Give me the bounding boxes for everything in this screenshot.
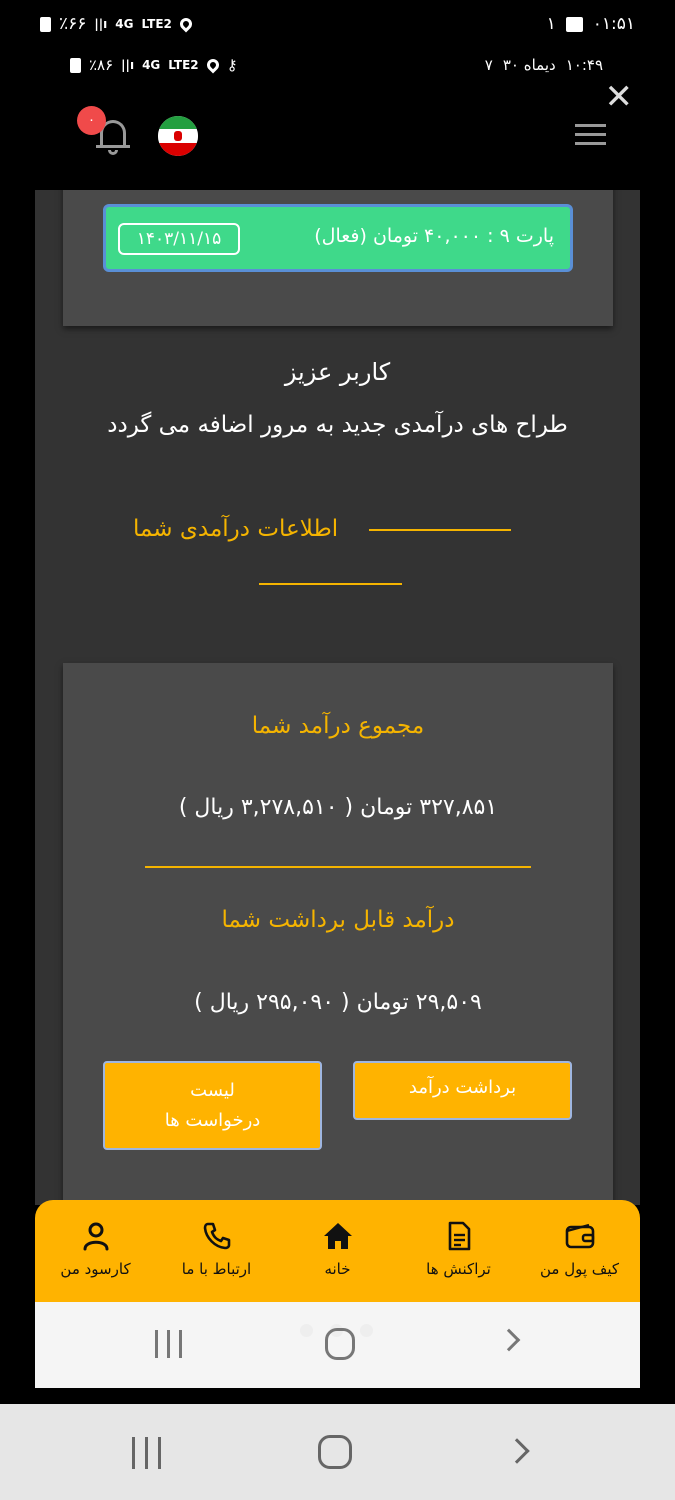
- section-title: اطلاعات درآمدی شما: [133, 516, 339, 542]
- nav-item-transactions[interactable]: تراکنش ها: [398, 1220, 519, 1278]
- greeting-text: کاربر عزیز: [284, 358, 391, 386]
- location-icon: [177, 15, 195, 33]
- installment-label: پارت ۹ : ۴۰,۰۰۰ تومان (فعال): [314, 225, 554, 247]
- nav-label-profile: کارسود من: [60, 1260, 131, 1278]
- inner-location-icon: [204, 56, 222, 74]
- system-navigation-bar: [0, 1404, 675, 1500]
- phone-icon: [203, 1222, 230, 1250]
- user-icon: [83, 1222, 108, 1251]
- status-bar-inner: ٪۸۶ ||ı 4G LTE2 ⚷ ۷ ۳۰ دیماه ۱۰:۴۹: [0, 48, 675, 88]
- inner-clock: ۱۰:۴۹: [565, 56, 603, 74]
- nav-label-contact: ارتباط با ما: [181, 1260, 252, 1278]
- gallery-icon: [565, 16, 583, 32]
- nav-item-wallet[interactable]: کیف پول من: [519, 1220, 640, 1278]
- total-income-label: مجموع درآمد شما: [251, 713, 425, 739]
- requests-button-line2: درخواست ها: [164, 1110, 261, 1131]
- notification-badge: ۰: [77, 106, 106, 135]
- notification-count: ۱: [546, 14, 556, 34]
- income-card: مجموع درآمد شما ۳۲۷,۸۵۱ تومان ( ۳,۲۷۸,۵۱…: [63, 663, 613, 1205]
- withdrawable-income-label: درآمد قابل برداشت شما: [221, 907, 455, 933]
- recents-icon[interactable]: [132, 1437, 162, 1469]
- section-underline: [259, 583, 402, 585]
- inner-recents-icon[interactable]: [155, 1330, 185, 1358]
- inner-network-type: 4G: [142, 58, 161, 72]
- installments-card: پارت ۹ : ۴۰,۰۰۰ تومان (فعال) ۱۴۰۳/۱۱/۱۵: [63, 190, 613, 326]
- signal-icon: ||ı: [94, 17, 108, 31]
- home-icon: [323, 1223, 352, 1249]
- nav-item-contact[interactable]: ارتباط با ما: [156, 1220, 277, 1278]
- network-type: 4G: [115, 17, 134, 31]
- installment-date: ۱۴۰۳/۱۱/۱۵: [118, 223, 240, 255]
- inner-status-right: ۷ ۳۰ دیماه ۱۰:۴۹: [485, 56, 603, 74]
- vpn-key-icon: ⚷: [226, 56, 238, 74]
- status-right: ۱ ۰۱:۵۱: [547, 14, 635, 34]
- info-message: طراح های درآمدی جدید به مرور اضافه می گر…: [107, 412, 568, 438]
- main-content[interactable]: پارت ۹ : ۴۰,۰۰۰ تومان (فعال) ۱۴۰۳/۱۱/۱۵ …: [35, 190, 640, 1205]
- nav-label-transactions: تراکنش ها: [426, 1260, 491, 1278]
- battery-charging-icon: [70, 57, 81, 73]
- withdrawable-income-value: ۲۹,۵۰۹ تومان ( ۲۹۵,۰۹۰ ریال ): [194, 990, 482, 1015]
- back-icon[interactable]: [504, 1438, 530, 1464]
- wallet-icon: [565, 1223, 594, 1249]
- total-income-value: ۳۲۷,۸۵۱ تومان ( ۳,۲۷۸,۵۱۰ ریال ): [178, 795, 498, 820]
- inner-status-left: ٪۸۶ ||ı 4G LTE2 ⚷: [70, 56, 238, 74]
- inner-home-icon[interactable]: [325, 1328, 355, 1360]
- nav-label-wallet: کیف پول من: [539, 1260, 619, 1278]
- requests-button-line1: لیست: [190, 1080, 235, 1101]
- app-header: ۰: [0, 100, 675, 190]
- nav-label-home: خانه: [324, 1260, 351, 1278]
- lte-indicator: LTE2: [141, 17, 172, 31]
- nav-item-home[interactable]: خانه: [277, 1220, 398, 1278]
- battery-icon: [40, 16, 51, 32]
- inner-day-mark: ۷: [484, 56, 493, 74]
- status-left: ٪۶۶ ||ı 4G LTE2: [40, 14, 195, 34]
- hamburger-menu-icon[interactable]: [575, 124, 606, 146]
- inner-lte-indicator: LTE2: [168, 58, 199, 72]
- inner-date: ۳۰ دیماه: [502, 56, 556, 74]
- bottom-navigation: کارسود من ارتباط با ما خانه تراکنش ها کی…: [35, 1200, 640, 1302]
- inner-back-icon[interactable]: [497, 1328, 521, 1352]
- clock: ۰۱:۵۱: [592, 14, 635, 34]
- home-button-icon[interactable]: [318, 1435, 352, 1469]
- document-icon: [448, 1221, 470, 1251]
- battery-level: ٪۶۶: [59, 14, 87, 34]
- inner-battery-level: ٪۸۶: [89, 56, 114, 74]
- nav-item-profile[interactable]: کارسود من: [35, 1220, 156, 1278]
- withdrawal-requests-button[interactable]: لیست درخواست ها: [103, 1061, 322, 1150]
- inner-signal-icon: ||ı: [121, 58, 135, 72]
- iran-flag-icon[interactable]: [158, 116, 198, 156]
- inner-system-navigation: [35, 1302, 640, 1388]
- installment-row[interactable]: پارت ۹ : ۴۰,۰۰۰ تومان (فعال) ۱۴۰۳/۱۱/۱۵: [103, 204, 573, 272]
- status-bar-outer: ٪۶۶ ||ı 4G LTE2 ۱ ۰۱:۵۱: [0, 6, 675, 46]
- income-divider: [145, 866, 531, 868]
- section-divider: [369, 529, 511, 531]
- withdraw-income-button[interactable]: برداشت درآمد: [353, 1061, 572, 1120]
